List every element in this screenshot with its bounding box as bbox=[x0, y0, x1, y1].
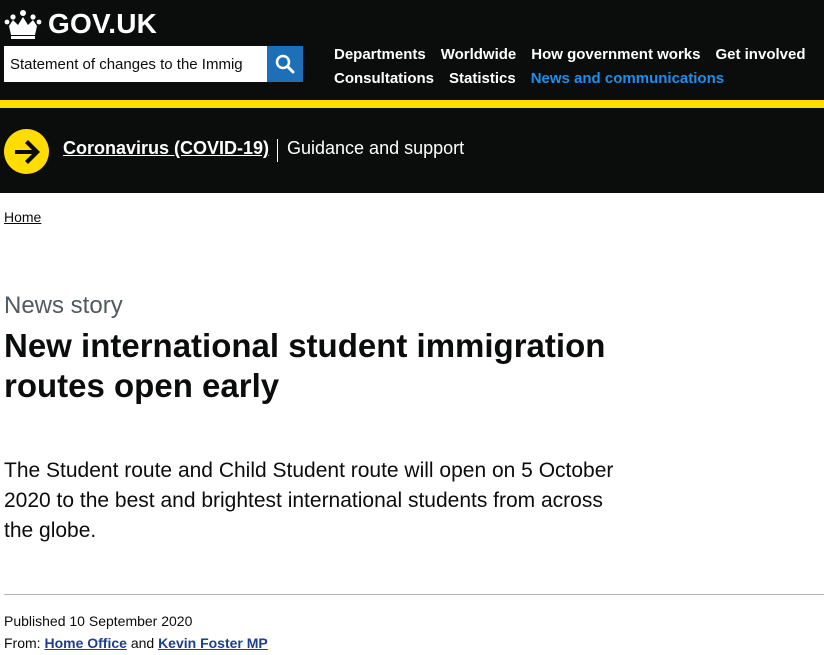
from-label: From: bbox=[4, 635, 41, 651]
lead-paragraph: The Student route and Child Student rout… bbox=[4, 459, 614, 542]
covid-guidance-text: Guidance and support bbox=[287, 138, 465, 158]
nav-link-how-government-works[interactable]: How government works bbox=[531, 46, 700, 63]
nav-link-consultations[interactable]: Consultations bbox=[334, 70, 434, 87]
arrow-right-icon[interactable] bbox=[4, 129, 49, 174]
crown-icon bbox=[4, 10, 42, 39]
nav-link-news-and-communications[interactable]: News and communications bbox=[531, 70, 724, 87]
breadcrumb: Home bbox=[4, 209, 41, 225]
nav-link-get-involved[interactable]: Get involved bbox=[715, 46, 805, 63]
org-link-home-office[interactable]: Home Office bbox=[44, 635, 126, 651]
nav-link-statistics[interactable]: Statistics bbox=[449, 70, 516, 87]
published-label: Published bbox=[4, 613, 66, 629]
section-divider bbox=[4, 594, 824, 595]
nav-row: Departments Worldwide How government wor… bbox=[334, 42, 824, 66]
search-icon bbox=[275, 54, 295, 74]
covid-link[interactable]: Coronavirus (COVID-19) bbox=[63, 138, 269, 159]
covid-banner: Coronavirus (COVID-19) Guidance and supp… bbox=[0, 108, 824, 193]
site-header: GOV.UK Departments Worldwide How governm… bbox=[0, 0, 824, 100]
published-line: Published 10 September 2020 bbox=[4, 610, 268, 632]
main-navigation: Departments Worldwide How government wor… bbox=[334, 42, 824, 90]
from-line: From: Home Office and Kevin Foster MP bbox=[4, 632, 268, 654]
banner-divider bbox=[277, 139, 278, 162]
publication-metadata: Published 10 September 2020 From: Home O… bbox=[4, 610, 268, 654]
govuk-logo-link[interactable]: GOV.UK bbox=[4, 8, 157, 40]
published-date: 10 September 2020 bbox=[69, 613, 193, 629]
nav-row: Consultations Statistics News and commun… bbox=[334, 66, 824, 90]
nav-link-departments[interactable]: Departments bbox=[334, 46, 426, 63]
search-form bbox=[4, 46, 303, 82]
from-and: and bbox=[130, 635, 155, 651]
search-button[interactable] bbox=[267, 46, 303, 82]
breadcrumb-home-link[interactable]: Home bbox=[4, 209, 41, 225]
nav-link-worldwide[interactable]: Worldwide bbox=[441, 46, 517, 63]
logo-text: GOV.UK bbox=[48, 8, 158, 39]
person-link-kevin-foster[interactable]: Kevin Foster MP bbox=[158, 635, 268, 651]
page-title: New international student immigration ro… bbox=[4, 327, 606, 404]
header-accent-bar bbox=[0, 100, 824, 108]
search-input[interactable] bbox=[4, 46, 267, 82]
content-type-caption: News story bbox=[4, 292, 123, 319]
